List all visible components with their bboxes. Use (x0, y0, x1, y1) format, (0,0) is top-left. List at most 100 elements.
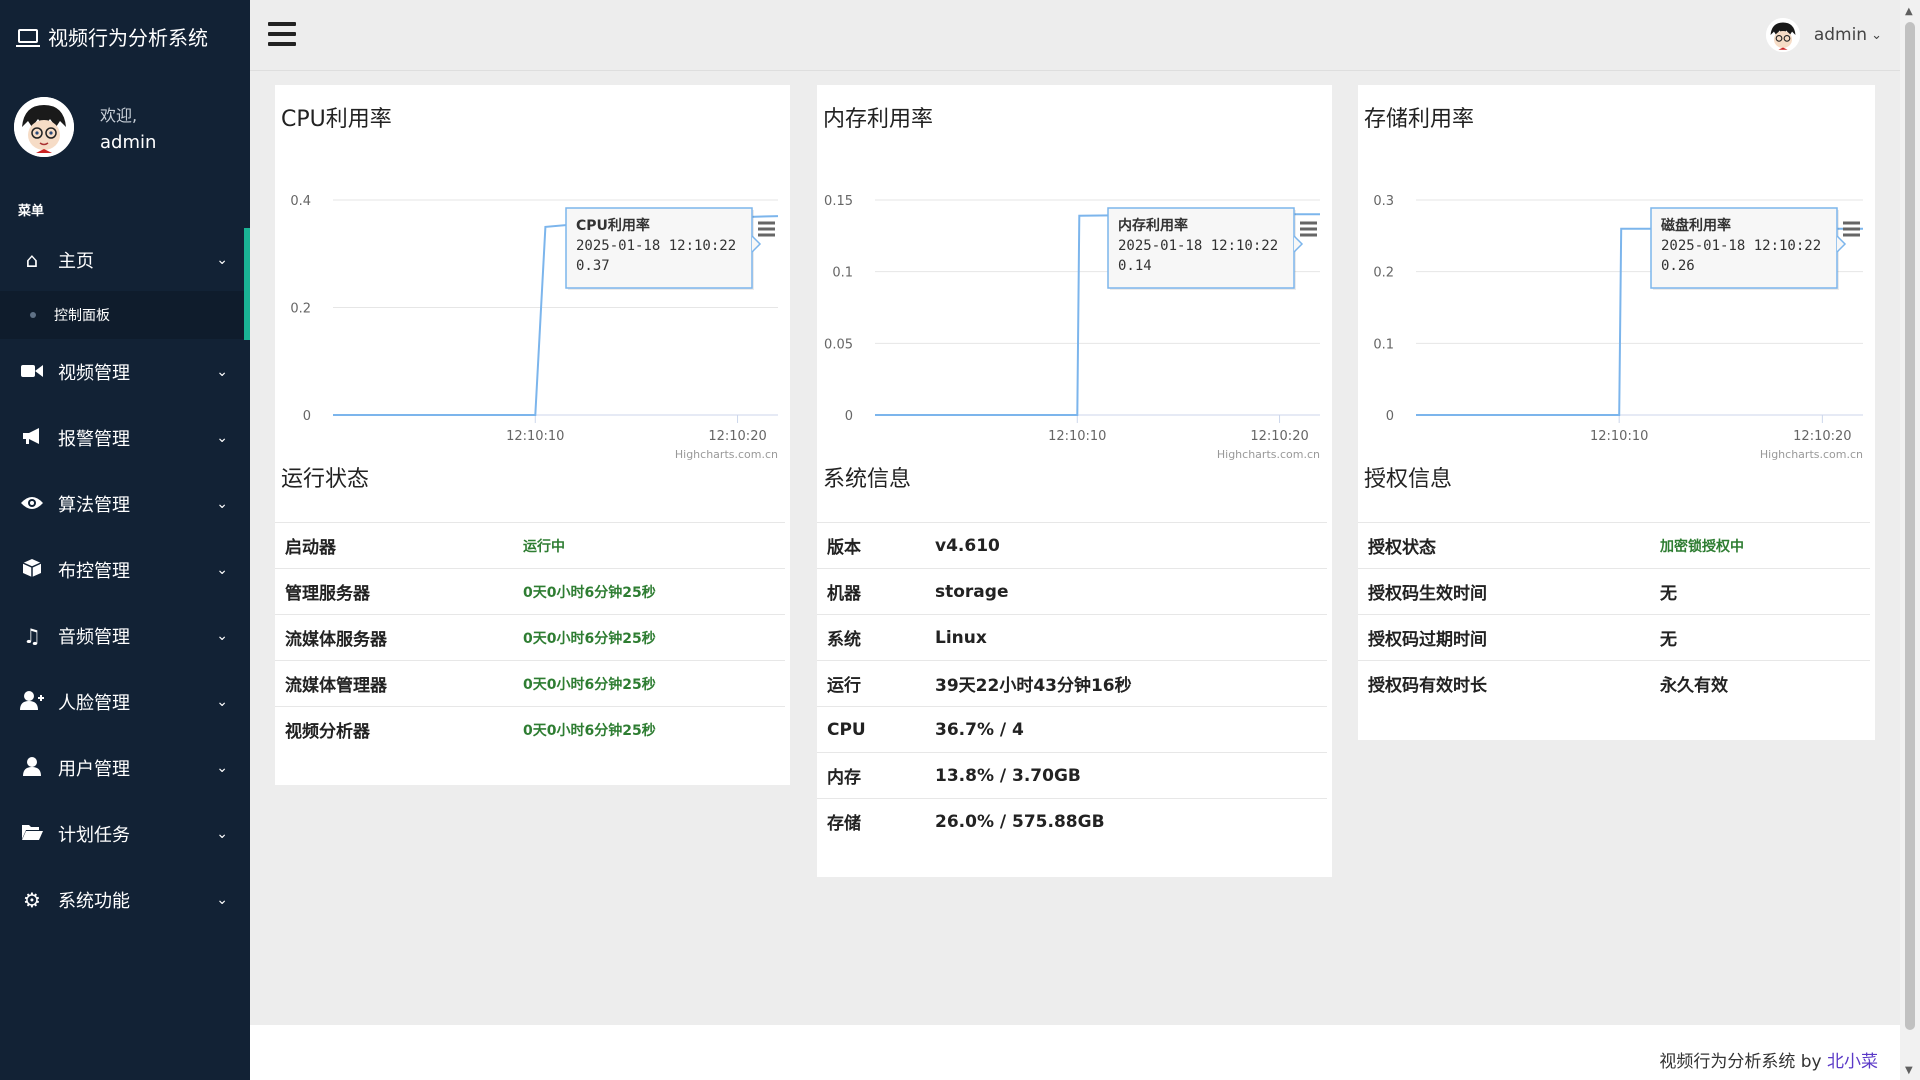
nav-item-label: 系统功能 (58, 891, 130, 912)
y-tick-label: 0.05 (824, 337, 853, 352)
user-plus-icon (18, 690, 46, 715)
panel-middle: 内存利用率 0 0.05 0.1 0.15 12:10:10 12:10:20 Highch… (817, 85, 1332, 877)
tooltip-time: 2025-01-18 12:10:22 (1661, 238, 1821, 254)
scroll-down-icon[interactable]: ▼ (1905, 1065, 1913, 1076)
nav-item-audio[interactable]: ♫ 音频管理 ⌄ (0, 603, 250, 669)
tooltip-time: 2025-01-18 12:10:22 (576, 238, 736, 254)
chart-menu-icon[interactable] (758, 221, 775, 237)
table-row: 授权状态 加密锁授权中 (1358, 522, 1870, 569)
license-table: 授权状态 加密锁授权中 授权码生效时间无授权码过期时间无授权码有效时长 永久有效 (1358, 522, 1870, 706)
username: admin (100, 131, 157, 153)
row-value: 永久有效 (1650, 660, 1870, 706)
scrollbar[interactable]: ▲ ▼ (1900, 0, 1920, 1080)
row-key: 启动器 (275, 522, 513, 569)
row-value: 13.8% / 3.70GB (925, 752, 1327, 799)
chart-menu-icon[interactable] (1300, 221, 1317, 237)
nav-item-label: 报警管理 (58, 429, 130, 450)
row-key: 授权码生效时间 (1358, 568, 1650, 615)
table-row: 视频分析器 0天0小时6分钟25秒 (275, 706, 785, 752)
chart-title-mem: 内存利用率 (823, 107, 934, 132)
nav-item-schedule[interactable]: 计划任务 ⌄ (0, 801, 250, 867)
row-value: 36.7% / 4 (925, 706, 1327, 753)
tooltip-value: 0.26 (1661, 258, 1695, 274)
y-tick-label: 0.4 (290, 194, 311, 209)
row-key: 授权码过期时间 (1358, 614, 1650, 661)
chart-credit: Highcharts.com.cn (675, 448, 778, 461)
sidebar: 视频行为分析系统 欢迎, admin 菜单 ⌂ 主页 ⌄ 控制面板 视频管理 ⌄… (0, 0, 250, 1080)
megaphone-icon (18, 426, 46, 450)
menu-heading: 菜单 (18, 204, 45, 219)
chevron-down-icon: ⌄ (216, 252, 228, 268)
chart-credit: Highcharts.com.cn (1760, 448, 1863, 461)
chart-tooltip: 内存利用率 2025-01-18 12:10:22 0.14 (1107, 207, 1304, 290)
sys-info-table: 版本 v4.610 机器 storage 系统 Linux 运行 39天22小时43分钟16秒… (817, 522, 1327, 844)
cube-icon (18, 558, 46, 583)
footer: 视频行为分析系统 by 北小菜 (250, 1025, 1900, 1080)
tooltip-series-name: 内存利用率 (1118, 217, 1188, 234)
panel-right: 存储利用率 0 0.1 0.2 0.3 12:10:10 12:10:20 Highchar… (1358, 85, 1875, 740)
username: admin (1813, 25, 1868, 45)
chart-menu-icon[interactable] (1843, 221, 1860, 237)
chart-tooltip: CPU利用率 2025-01-18 12:10:22 0.37 (565, 207, 762, 290)
nav-item-home[interactable]: ⌂ 主页 ⌄ (0, 229, 250, 291)
table-row: 内存 13.8% / 3.70GB (817, 752, 1327, 799)
nav-item-label: 视频管理 (58, 363, 130, 384)
bullet-icon (30, 312, 36, 318)
table-row: 授权码过期时间无 (1358, 614, 1870, 661)
tooltip-value: 0.14 (1118, 258, 1152, 274)
row-key: 授权码有效时长 (1358, 660, 1650, 706)
author-link[interactable]: 北小菜 (1827, 1052, 1878, 1072)
row-value: Linux (925, 614, 1327, 661)
scroll-up-icon[interactable]: ▲ (1905, 6, 1913, 17)
nav-item-label: 人脸管理 (58, 693, 130, 714)
nav-item-algorithm[interactable]: 算法管理 ⌄ (0, 471, 250, 537)
row-value: 加密锁授权中 (1650, 522, 1870, 569)
row-value: 0天0小时6分钟25秒 (513, 660, 785, 707)
y-tick-label: 0.2 (1373, 266, 1394, 281)
app-title: 视频行为分析系统 (48, 25, 208, 50)
row-key: 运行 (817, 660, 925, 707)
tooltip-pointer (751, 235, 762, 253)
row-key: 版本 (817, 522, 925, 569)
nav-item-video[interactable]: 视频管理 ⌄ (0, 339, 250, 405)
table-row: 系统 Linux (817, 614, 1327, 661)
row-key: 流媒体管理器 (275, 660, 513, 707)
chevron-down-icon: ⌄ (216, 496, 228, 512)
row-value: 0天0小时6分钟25秒 (513, 706, 785, 752)
user-icon (18, 756, 46, 781)
row-key: 视频分析器 (275, 706, 513, 752)
avatar (1765, 18, 1800, 52)
row-value: 无 (1650, 568, 1870, 615)
subnav-dashboard[interactable]: 控制面板 (0, 291, 250, 339)
row-key: 管理服务器 (275, 568, 513, 615)
row-key: 流媒体服务器 (275, 614, 513, 661)
chevron-down-icon: ⌄ (216, 760, 228, 776)
nav-item-alarm[interactable]: 报警管理 ⌄ (0, 405, 250, 471)
nav-item-deploy[interactable]: 布控管理 ⌄ (0, 537, 250, 603)
x-tick-label: 12:10:20 (1250, 429, 1308, 444)
nav-item-users[interactable]: 用户管理 ⌄ (0, 735, 250, 801)
footer-text: 视频行为分析系统 by (1659, 1052, 1827, 1072)
user-menu[interactable]: admin ⌄ (1765, 18, 1882, 52)
nav-item-face[interactable]: 人脸管理 ⌄ (0, 669, 250, 735)
eye-icon (18, 492, 46, 516)
table-row: 管理服务器 0天0小时6分钟25秒 (275, 568, 785, 615)
app-brand[interactable]: 视频行为分析系统 (0, 0, 250, 72)
folder-open-icon (18, 822, 46, 846)
music-icon: ♫ (23, 624, 41, 648)
top-bar: admin ⌄ (250, 0, 1900, 71)
chart-tooltip: 磁盘利用率 2025-01-18 12:10:22 0.26 (1650, 207, 1847, 290)
table-row: 存储 26.0% / 575.88GB (817, 798, 1327, 844)
row-value: 39天22小时43分钟16秒 (925, 660, 1327, 707)
scrollbar-thumb[interactable] (1905, 22, 1915, 1030)
y-tick-label: 0.1 (832, 266, 853, 281)
tooltip-pointer (1836, 235, 1847, 253)
table-row: 授权码有效时长 永久有效 (1358, 660, 1870, 706)
gear-icon: ⚙ (23, 888, 41, 912)
nav-item-system[interactable]: ⚙ 系统功能 ⌄ (0, 867, 250, 933)
menu-toggle-icon[interactable] (268, 22, 296, 46)
table-row: 运行 39天22小时43分钟16秒 (817, 660, 1327, 707)
avatar[interactable] (14, 97, 74, 157)
row-key: 机器 (817, 568, 925, 615)
subnav-label: 控制面板 (54, 308, 110, 324)
